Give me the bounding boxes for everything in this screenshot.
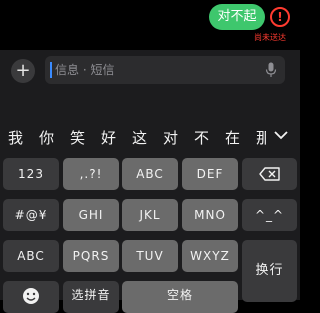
newline-key[interactable]: 换行 (242, 240, 297, 302)
candidate-word[interactable]: 笑 (70, 129, 85, 147)
key-ghi[interactable]: GHI (63, 199, 119, 231)
key-mno[interactable]: MNO (182, 199, 238, 231)
emoticon-key[interactable]: ^_^ (242, 199, 297, 231)
chat-area: 对不起 ! 尚未送达 (0, 0, 300, 50)
candidate-word[interactable]: 好 (101, 129, 116, 147)
key-tuv[interactable]: TUV (122, 240, 178, 272)
candidate-word[interactable]: 我 (8, 129, 23, 147)
space-key[interactable]: 空格 (122, 281, 238, 313)
candidate-word[interactable]: 你 (39, 129, 54, 147)
punctuation-key[interactable]: ,.?! (63, 158, 119, 190)
message-input-placeholder: 信息 · 短信 (55, 63, 115, 77)
candidate-word[interactable]: 不 (194, 129, 209, 147)
sent-message-bubble[interactable]: 对不起 (209, 4, 265, 30)
key-wxyz[interactable]: WXYZ (182, 240, 238, 272)
candidate-word[interactable]: 在 (225, 129, 240, 147)
backspace-icon (259, 167, 280, 181)
candidate-word[interactable]: 那 (256, 129, 266, 147)
select-pinyin-key[interactable]: 选拼音 (63, 281, 119, 313)
message-input[interactable]: 信息 · 短信 (45, 56, 285, 84)
candidate-word[interactable]: 对 (163, 129, 178, 147)
candidate-word[interactable]: 这 (132, 129, 147, 147)
symbols-key[interactable]: #@¥ (3, 199, 59, 231)
keyboard: 我 你 笑 好 这 对 不 在 那 123 ,.?! ABC DEF #@¥ G… (0, 92, 300, 313)
not-delivered-label: 尚未送达 (254, 33, 286, 42)
emoji-button[interactable] (3, 281, 59, 313)
backspace-button[interactable] (242, 158, 297, 190)
candidate-bar: 我 你 笑 好 这 对 不 在 那 (0, 92, 300, 152)
key-def[interactable]: DEF (182, 158, 238, 190)
key-abc[interactable]: ABC (122, 158, 178, 190)
compose-bar: + 信息 · 短信 (0, 50, 300, 92)
emoji-icon (23, 288, 39, 304)
key-pqrs[interactable]: PQRS (63, 240, 119, 272)
send-failed-icon[interactable]: ! (270, 7, 290, 27)
chevron-down-icon[interactable] (274, 130, 288, 140)
abc-mode-key[interactable]: ABC (3, 240, 59, 272)
microphone-icon[interactable] (265, 62, 277, 78)
text-cursor (50, 62, 52, 78)
numbers-key[interactable]: 123 (3, 158, 59, 190)
key-jkl[interactable]: JKL (122, 199, 178, 231)
add-attachment-button[interactable]: + (11, 59, 35, 83)
